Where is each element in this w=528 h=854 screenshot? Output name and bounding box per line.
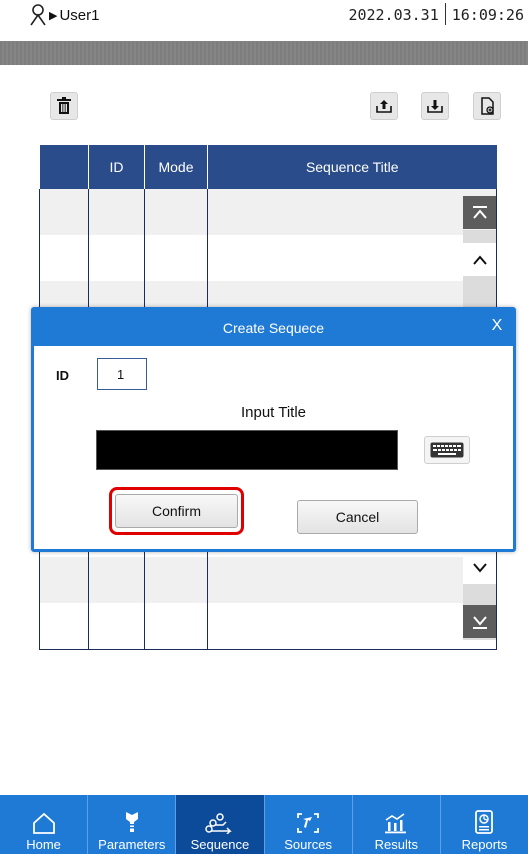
delete-button[interactable] xyxy=(50,92,78,120)
keyboard-button[interactable] xyxy=(424,436,470,464)
trash-icon xyxy=(57,97,71,114)
keyboard-icon xyxy=(430,442,464,458)
table-row[interactable] xyxy=(39,557,497,603)
nav-sources[interactable]: Sources xyxy=(265,795,353,854)
column-header-title: Sequence Title xyxy=(207,145,497,189)
table-header-row: ID Mode Sequence Title xyxy=(39,145,497,189)
dialog-header: Create Sequece X xyxy=(34,310,513,346)
date-text: 2022.03.31 xyxy=(348,6,439,24)
table-row[interactable] xyxy=(39,189,497,235)
nav-home[interactable]: Home xyxy=(0,795,89,854)
chevron-double-down-icon xyxy=(472,615,487,629)
upload-button[interactable] xyxy=(370,92,398,120)
column-header-id: ID xyxy=(88,145,145,189)
top-bar: ▶ User1 2022.03.31 16:09:26 xyxy=(0,0,528,32)
highlight-box xyxy=(109,487,244,535)
column-header xyxy=(39,145,89,189)
id-label: ID xyxy=(56,368,69,383)
time-text: 16:09:26 xyxy=(451,6,524,24)
nav-sequence[interactable]: Sequence xyxy=(176,795,265,854)
cancel-button[interactable]: Cancel xyxy=(297,500,418,534)
user-name: User1 xyxy=(59,6,100,24)
table-row[interactable] xyxy=(39,603,497,650)
new-document-icon xyxy=(481,97,494,115)
status-bar xyxy=(0,41,528,65)
scroll-bottom-button[interactable] xyxy=(463,605,496,638)
title-input[interactable] xyxy=(96,430,398,470)
column-header-mode: Mode xyxy=(144,145,208,189)
nav-parameters[interactable]: Parameters xyxy=(88,795,177,854)
results-icon xyxy=(385,813,407,834)
user-indicator[interactable]: ▶ User1 xyxy=(30,4,99,26)
nav-label: Sources xyxy=(284,837,332,852)
nav-label: Results xyxy=(374,837,418,852)
divider xyxy=(444,3,446,25)
upload-icon xyxy=(376,100,392,113)
dialog-title: Create Sequece xyxy=(222,320,325,336)
user-icon xyxy=(30,4,46,26)
reports-icon xyxy=(475,810,494,834)
home-icon xyxy=(32,812,55,834)
chevron-down-icon xyxy=(472,562,487,573)
bottom-navigation: Home Parameters Sequence Sources Results… xyxy=(0,795,528,854)
input-title-label: Input Title xyxy=(240,404,307,421)
download-button[interactable] xyxy=(421,92,449,120)
nav-results[interactable]: Results xyxy=(353,795,441,854)
nav-label: Sequence xyxy=(190,837,250,852)
nav-label: Home xyxy=(26,837,61,852)
arrow-right-icon: ▶ xyxy=(49,9,58,22)
download-icon xyxy=(427,100,443,113)
scroll-up-button[interactable] xyxy=(463,243,496,276)
nav-label: Reports xyxy=(461,837,508,852)
chevron-double-up-icon xyxy=(472,205,487,219)
sources-icon xyxy=(297,813,319,833)
table-row[interactable] xyxy=(39,235,497,281)
scroll-down-button[interactable] xyxy=(463,551,496,584)
parameters-icon xyxy=(125,812,138,832)
chevron-up-icon xyxy=(472,254,487,265)
id-field[interactable]: 1 xyxy=(97,358,147,390)
scroll-top-button[interactable] xyxy=(463,196,496,229)
new-file-button[interactable] xyxy=(473,92,501,120)
sequence-icon xyxy=(205,813,232,834)
datetime: 2022.03.31 16:09:26 xyxy=(348,3,524,28)
nav-label: Parameters xyxy=(98,837,166,852)
close-button[interactable]: X xyxy=(487,317,507,335)
create-sequence-dialog: Create Sequece X ID 1 Input Title Confir… xyxy=(31,307,516,552)
nav-reports[interactable]: Reports xyxy=(441,795,528,854)
